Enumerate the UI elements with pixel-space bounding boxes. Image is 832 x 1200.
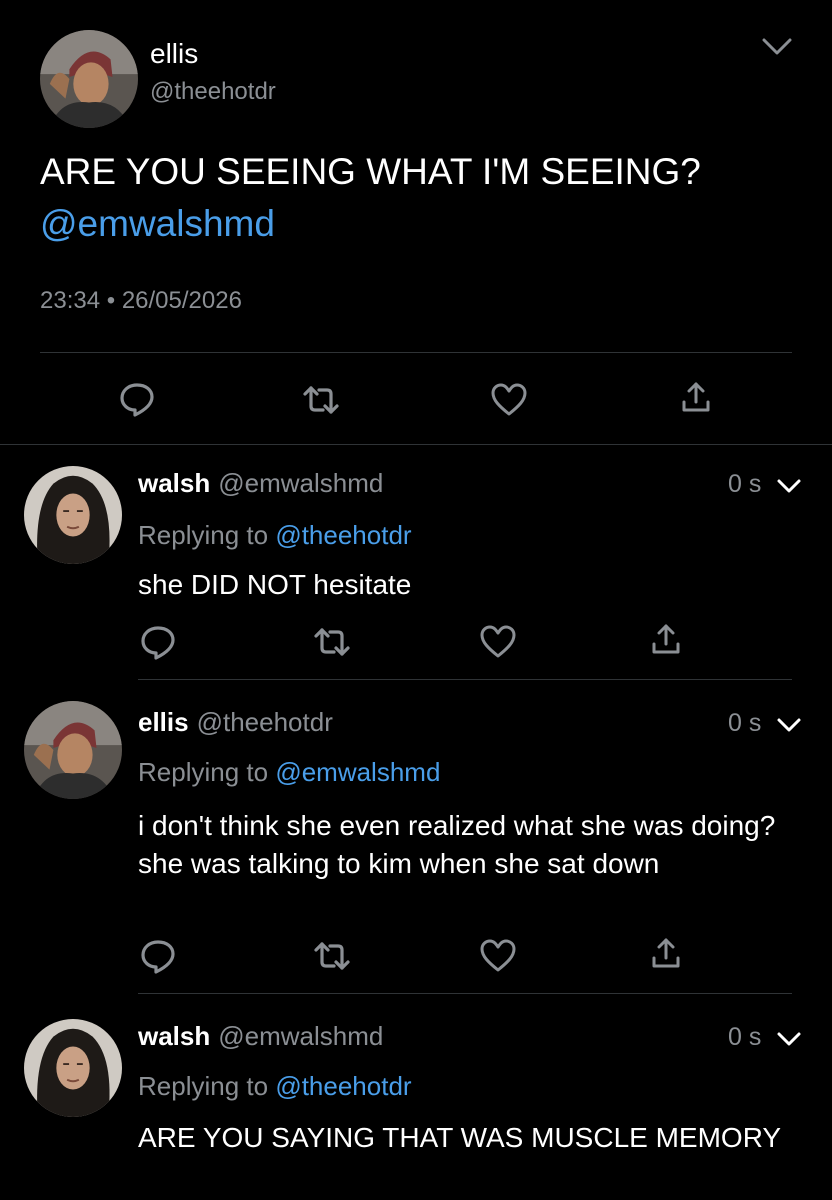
avatar[interactable] (24, 1019, 122, 1117)
avatar[interactable] (24, 466, 122, 564)
reply-text: i don't think she even realized what she… (138, 810, 776, 879)
retweet-icon[interactable] (301, 380, 341, 420)
avatar[interactable] (24, 701, 122, 799)
replying-to-label: Replying to (138, 520, 269, 550)
replying-to-handle[interactable]: @emwalshmd (275, 757, 440, 787)
reply-text: she DID NOT hesitate (138, 569, 412, 600)
reply-header: walsh @emwalshmd (138, 1021, 383, 1052)
main-tweet: ellis @theehotdr ARE YOU SEEING WHAT I'M… (0, 0, 832, 445)
share-icon[interactable] (646, 620, 686, 660)
chevron-down-icon[interactable] (776, 476, 802, 496)
reply-time: 0 s (728, 1023, 762, 1051)
replying-to-label: Replying to (138, 757, 269, 787)
replying-to-label: Replying to (138, 1071, 269, 1101)
avatar[interactable] (40, 30, 138, 128)
tweet-date: 26/05/2026 (121, 287, 242, 314)
tweet-timestamp: 23:34 • 26/05/2026 (40, 287, 242, 315)
tweet-body: ARE YOU SEEING WHAT I'M SEEING? (40, 151, 701, 192)
retweet-icon[interactable] (312, 936, 352, 976)
chevron-down-icon[interactable] (776, 715, 802, 735)
reply-header: ellis @theehotdr (138, 707, 333, 738)
reply-icon[interactable] (138, 622, 178, 662)
reply-tweet[interactable]: walsh @emwalshmd 0 s Replying to @theehot… (0, 995, 832, 1200)
author-handle[interactable]: @theehotdr (197, 707, 333, 737)
share-icon[interactable] (646, 934, 686, 974)
heart-icon[interactable] (478, 936, 518, 976)
divider (138, 993, 792, 994)
replying-to-handle[interactable]: @theehotdr (275, 520, 411, 550)
reply-icon[interactable] (117, 379, 157, 419)
mention-link[interactable]: @emwalshmd (40, 203, 275, 244)
reply-text: ARE YOU SAYING THAT WAS MUSCLE MEMORY (138, 1122, 782, 1153)
author-name[interactable]: ellis (150, 38, 198, 70)
replying-to: Replying to @emwalshmd (138, 757, 440, 788)
author-name[interactable]: walsh (138, 468, 210, 498)
reply-tweet[interactable]: ellis @theehotdr 0 s Replying to @emwalsh… (0, 681, 832, 994)
timestamp-separator: • (106, 287, 116, 314)
author-name[interactable]: walsh (138, 1021, 210, 1051)
reply-icon[interactable] (138, 936, 178, 976)
author-handle[interactable]: @emwalshmd (218, 468, 383, 498)
author-name[interactable]: ellis (138, 707, 189, 737)
reply-time: 0 s (728, 709, 762, 737)
chevron-down-icon[interactable] (760, 32, 794, 60)
share-icon[interactable] (676, 378, 716, 418)
tweet-time: 23:34 (40, 287, 101, 314)
reply-header: walsh @emwalshmd (138, 468, 383, 499)
replying-to: Replying to @theehotdr (138, 520, 412, 551)
tweet-text: ARE YOU SEEING WHAT I'M SEEING? @emwalsh… (40, 146, 800, 250)
replying-to-handle[interactable]: @theehotdr (275, 1071, 411, 1101)
retweet-icon[interactable] (312, 622, 352, 662)
divider (40, 352, 792, 353)
author-handle[interactable]: @emwalshmd (218, 1021, 383, 1051)
reply-time: 0 s (728, 470, 762, 498)
heart-icon[interactable] (478, 622, 518, 662)
divider (138, 679, 792, 680)
heart-icon[interactable] (489, 380, 529, 420)
author-handle[interactable]: @theehotdr (150, 78, 276, 106)
replying-to: Replying to @theehotdr (138, 1071, 412, 1102)
reply-tweet[interactable]: walsh @emwalshmd 0 s Replying to @theehot… (0, 446, 832, 680)
chevron-down-icon[interactable] (776, 1029, 802, 1049)
